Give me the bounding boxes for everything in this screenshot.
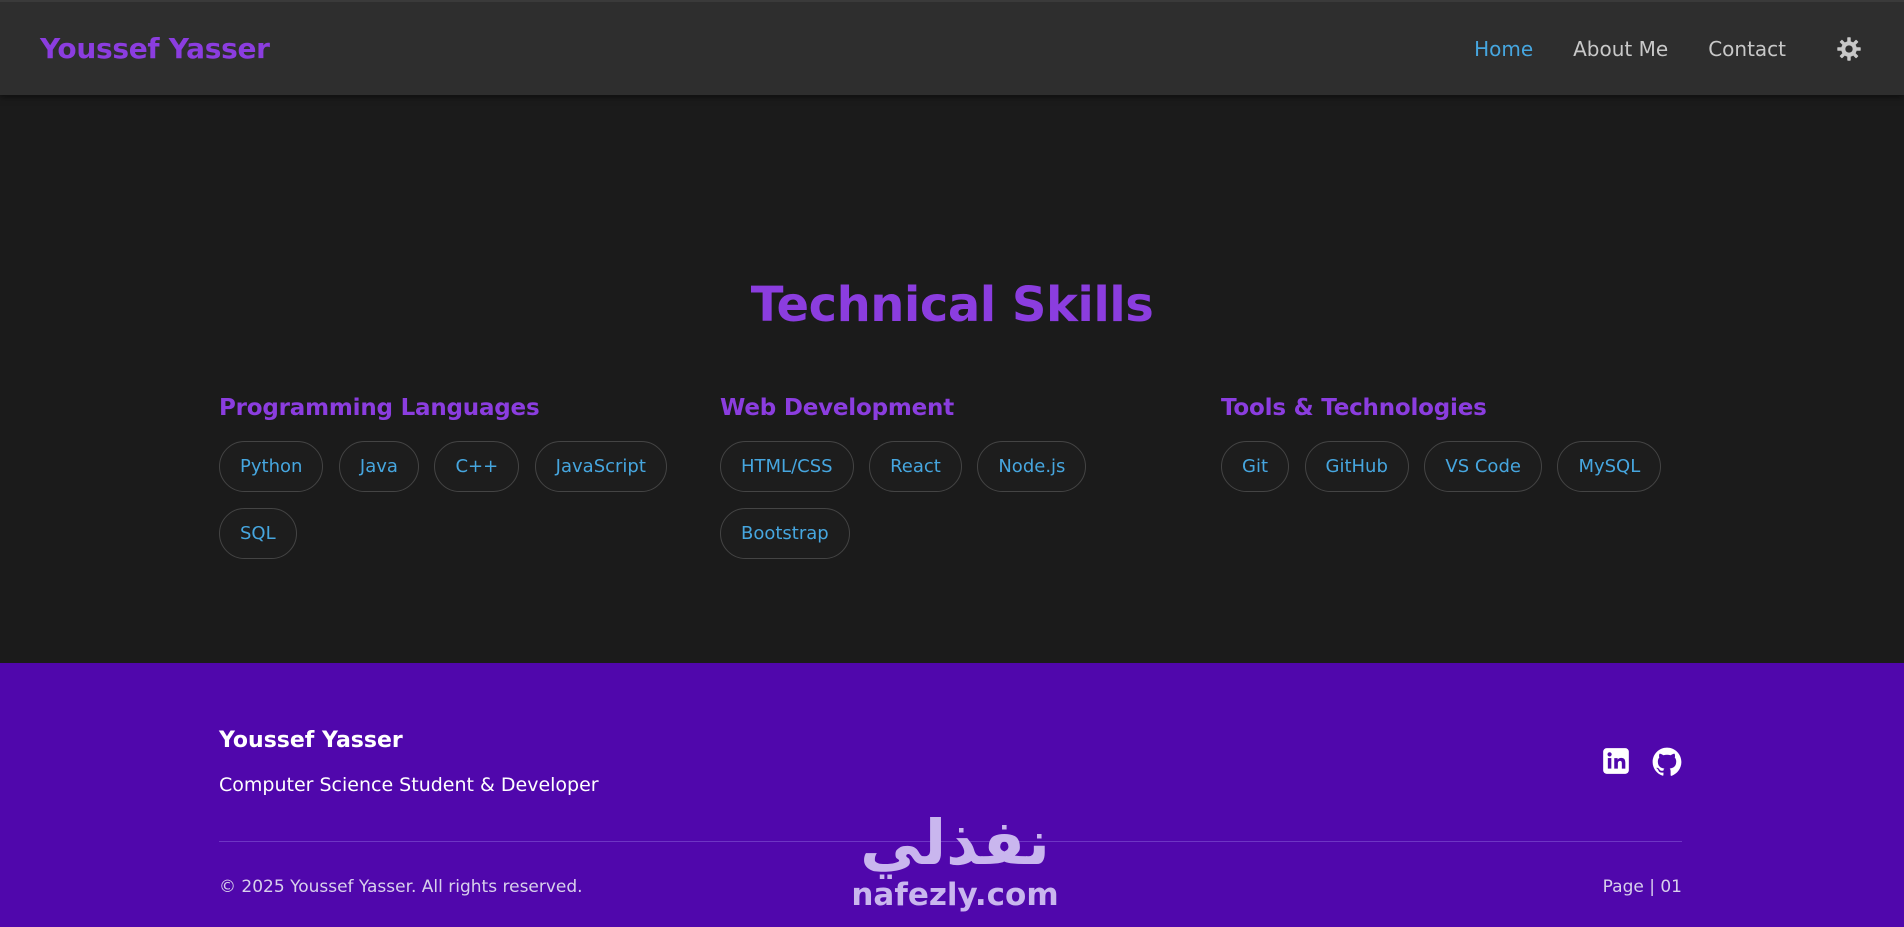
skill-tag-bootstrap[interactable]: Bootstrap [720, 508, 850, 559]
theme-toggle-button[interactable] [1834, 34, 1864, 64]
skill-category-programming-languages: Programming Languages Python Java C++ Ja… [219, 395, 689, 559]
skill-tags: Python Java C++ JavaScript SQL [219, 441, 689, 559]
skill-tag-git[interactable]: Git [1221, 441, 1290, 492]
navbar: Youssef Yasser Home About Me Contact [0, 0, 1904, 95]
skills-section: Technical Skills Programming Languages P… [0, 95, 1904, 663]
skill-tag-mysql[interactable]: MySQL [1557, 441, 1662, 492]
skill-tags: HTML/CSS React Node.js Bootstrap [720, 441, 1190, 559]
linkedin-link[interactable] [1602, 747, 1632, 777]
nav-link-home[interactable]: Home [1474, 37, 1533, 61]
skill-category-title: Tools & Technologies [1221, 395, 1487, 421]
github-link[interactable] [1652, 747, 1682, 777]
footer-name: Youssef Yasser [219, 728, 403, 753]
skill-category-tools-technologies: Tools & Technologies Git GitHub VS Code … [1221, 395, 1691, 492]
footer: Youssef Yasser Computer Science Student … [0, 663, 1904, 927]
skill-category-title: Web Development [720, 395, 954, 421]
section-title: Technical Skills [750, 277, 1154, 333]
skill-tag-vs-code[interactable]: VS Code [1424, 441, 1542, 492]
skill-tag-html-css[interactable]: HTML/CSS [720, 441, 854, 492]
portfolio-page: Youssef Yasser Home About Me Contact Tec… [0, 0, 1904, 927]
skill-tag-cpp[interactable]: C++ [434, 441, 520, 492]
skill-tag-github[interactable]: GitHub [1304, 441, 1409, 492]
nav-link-contact[interactable]: Contact [1708, 37, 1786, 61]
skill-tag-react[interactable]: React [869, 441, 962, 492]
skill-tags: Git GitHub VS Code MySQL [1221, 441, 1691, 492]
skill-tag-javascript[interactable]: JavaScript [534, 441, 667, 492]
nav-link-about-me[interactable]: About Me [1573, 37, 1668, 61]
footer-divider [219, 841, 1682, 842]
github-icon [1652, 747, 1682, 776]
skill-category-title: Programming Languages [219, 395, 540, 421]
page-indicator: Page | 01 [1602, 877, 1682, 897]
copyright-text: © 2025 Youssef Yasser. All rights reserv… [219, 877, 583, 897]
brand-logo-link[interactable]: Youssef Yasser [40, 32, 270, 65]
skill-tag-python[interactable]: Python [219, 441, 324, 492]
linkedin-icon [1603, 748, 1629, 774]
footer-tagline: Computer Science Student & Developer [219, 774, 599, 796]
footer-social-links [1602, 747, 1682, 777]
skill-tag-sql[interactable]: SQL [219, 508, 297, 559]
skill-category-web-development: Web Development HTML/CSS React Node.js B… [720, 395, 1190, 559]
gear-icon [1837, 36, 1861, 61]
skill-tag-nodejs[interactable]: Node.js [977, 441, 1087, 492]
skill-tag-java[interactable]: Java [338, 441, 419, 492]
nav-links: Home About Me Contact [1434, 34, 1864, 64]
